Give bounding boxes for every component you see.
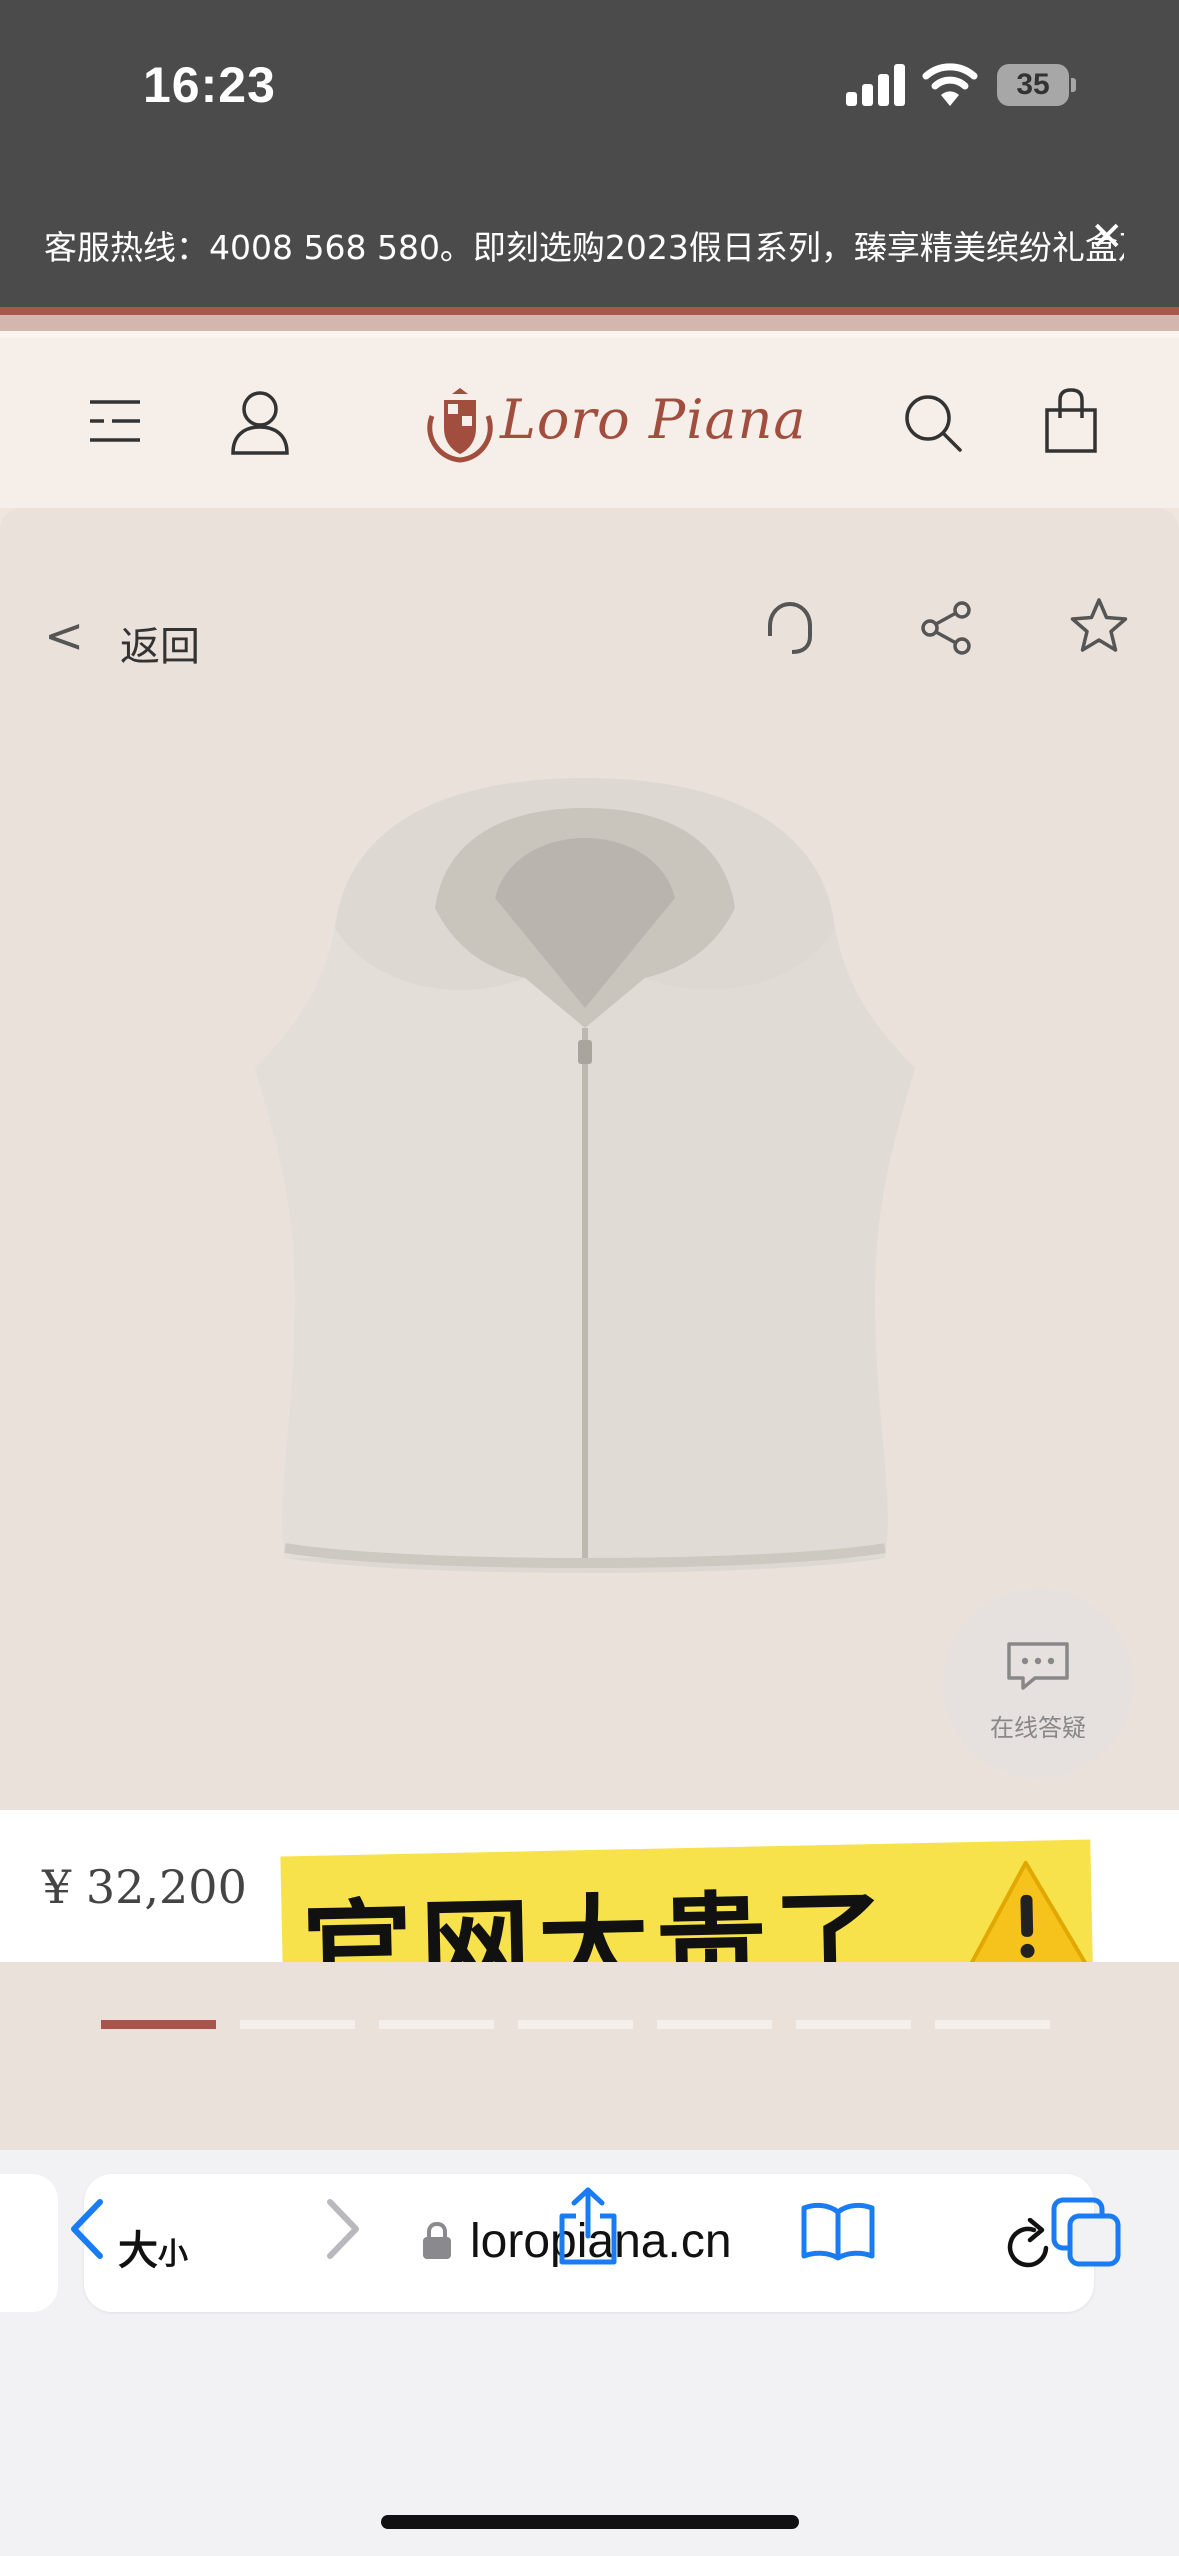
price-strip: ¥ 32,200 官网太贵了 — [0, 1810, 1179, 2019]
wifi-icon — [922, 63, 978, 106]
text-size-button[interactable]: 大小 — [118, 2218, 188, 2276]
battery-icon: 35 — [997, 64, 1077, 106]
online-chat-button[interactable]: 在线答疑 — [943, 1588, 1133, 1778]
tabs-icon[interactable] — [1050, 2196, 1124, 2268]
cellular-signal-icon — [846, 64, 906, 106]
chat-bubble-icon — [1007, 1642, 1069, 1690]
pager-segment[interactable] — [935, 2020, 1050, 2029]
warning-icon — [966, 1860, 1089, 1971]
divider-stripe — [0, 315, 1179, 331]
announcement-close-button[interactable]: ✕ — [1090, 214, 1124, 260]
battery-level: 35 — [1016, 68, 1050, 101]
menu-icon[interactable] — [88, 398, 142, 444]
shopping-bag-icon[interactable] — [1042, 388, 1100, 454]
lock-icon — [423, 2222, 451, 2259]
online-chat-label: 在线答疑 — [990, 1714, 1086, 1742]
bookmarks-icon[interactable] — [800, 2200, 876, 2262]
reload-icon[interactable] — [1004, 2218, 1054, 2272]
home-indicator — [381, 2515, 799, 2529]
status-and-announcement-bar: 16:23 35 客服热线：4008 568 580。即刻选购2023假日系列，… — [0, 0, 1179, 307]
share-sheet-icon[interactable] — [556, 2186, 620, 2266]
status-time: 16:23 — [143, 57, 276, 113]
gallery-pager — [0, 1962, 1179, 2150]
share-icon[interactable] — [918, 600, 974, 656]
pager-segment-active[interactable] — [101, 2020, 216, 2029]
pager-segment[interactable] — [240, 2020, 355, 2029]
search-icon[interactable] — [902, 392, 964, 454]
product-gallery: < 返回 在线答疑 — [0, 508, 1179, 1810]
brand-crest-icon — [427, 388, 493, 463]
pager-segment[interactable] — [796, 2020, 911, 2029]
forward-arrow-icon[interactable] — [322, 2196, 364, 2262]
product-price: ¥ 32,200 — [42, 1860, 247, 1914]
pager-segment[interactable] — [657, 2020, 772, 2029]
brand-logo[interactable]: Loro Piana — [422, 386, 806, 466]
back-label: 返回 — [120, 624, 200, 670]
chevron-left-icon: < — [44, 608, 85, 664]
site-header: Loro Piana — [0, 338, 1179, 508]
divider-stripe — [0, 307, 1179, 315]
favorite-star-icon[interactable] — [1068, 596, 1130, 656]
customer-service-icon[interactable] — [760, 598, 820, 658]
divider-stripe — [0, 331, 1179, 338]
text-size-small: 小 — [158, 2237, 188, 2272]
account-icon[interactable] — [230, 390, 290, 456]
announcement-text: 客服热线：4008 568 580。即刻选购2023假日系列，臻享精美缤纷礼盒及 — [44, 228, 1124, 267]
text-size-large: 大 — [118, 2228, 158, 2274]
pager-segment[interactable] — [518, 2020, 633, 2029]
previous-tab-preview[interactable] — [0, 2174, 58, 2312]
back-arrow-icon[interactable] — [66, 2196, 108, 2262]
product-image[interactable] — [245, 778, 925, 1578]
pager-segment[interactable] — [379, 2020, 494, 2029]
brand-wordmark: Loro Piana — [500, 388, 807, 451]
